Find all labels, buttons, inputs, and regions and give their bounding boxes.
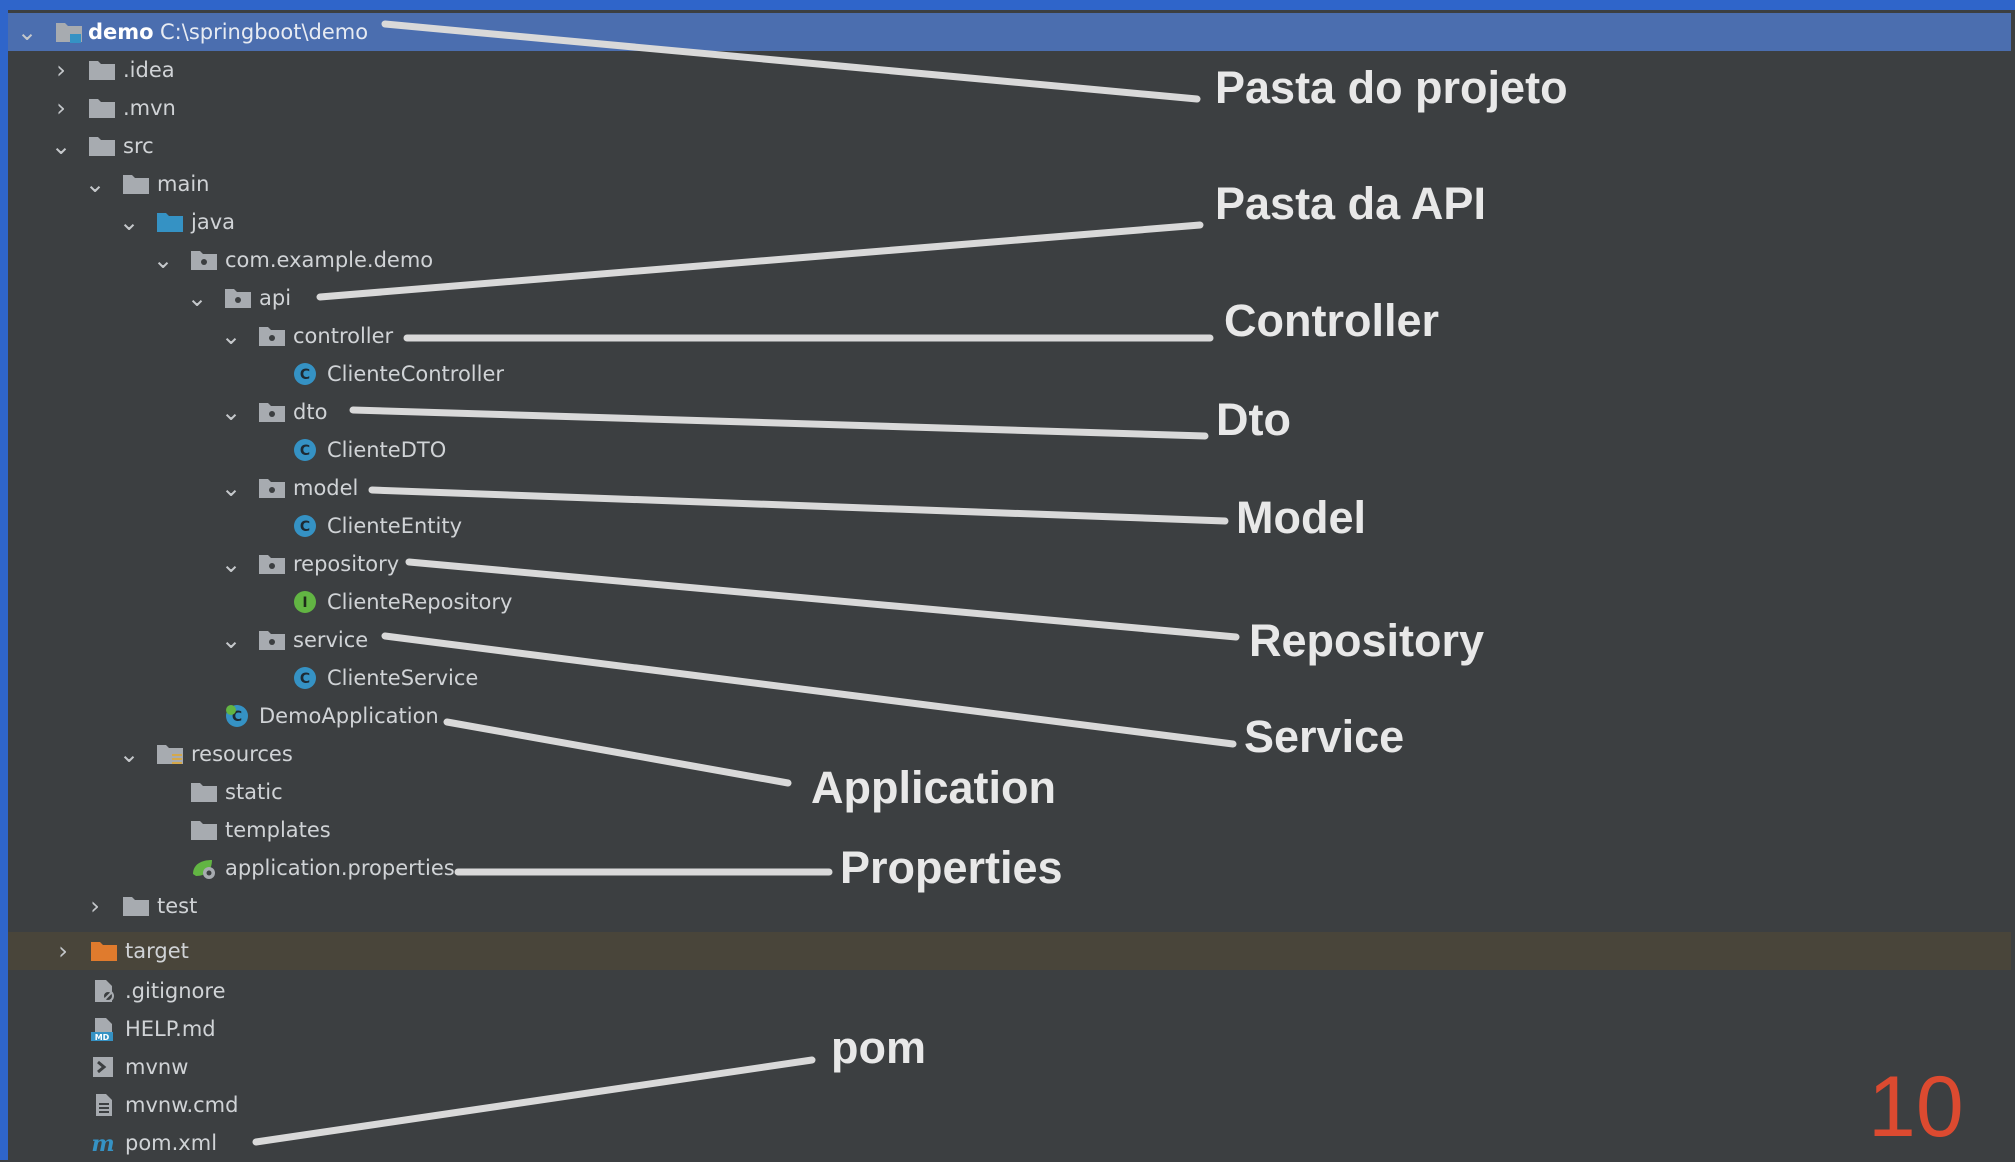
leader-line-service	[381, 632, 1237, 748]
annotation-application: Application	[811, 762, 1056, 813]
annotation-model: Model	[1236, 492, 1366, 543]
slide-page-number: 10	[1868, 1059, 1964, 1155]
annotation-pom: pom	[831, 1022, 926, 1073]
leader-line-pom	[252, 1056, 816, 1146]
annotation-repository: Repository	[1249, 615, 1485, 666]
annotation-controller: Controller	[1224, 295, 1440, 346]
annotation-project-folder: Pasta do projeto	[1215, 62, 1568, 113]
annotation-properties: Properties	[840, 842, 1063, 893]
leader-line-dto	[349, 406, 1209, 440]
annotation-leader-lines	[252, 20, 1240, 1146]
leader-line-repository	[405, 558, 1240, 641]
leader-line-api-folder	[316, 221, 1204, 301]
annotation-dto: Dto	[1216, 394, 1291, 445]
leader-line-model	[368, 486, 1229, 525]
annotation-service: Service	[1244, 711, 1405, 762]
leader-line-project-folder	[381, 20, 1201, 103]
project-tool-window: ⌄ demo C:\springboot\demo › .idea › .mvn…	[0, 0, 2015, 1160]
leader-line-application	[443, 718, 792, 787]
annotation-api-folder: Pasta da API	[1215, 178, 1486, 229]
